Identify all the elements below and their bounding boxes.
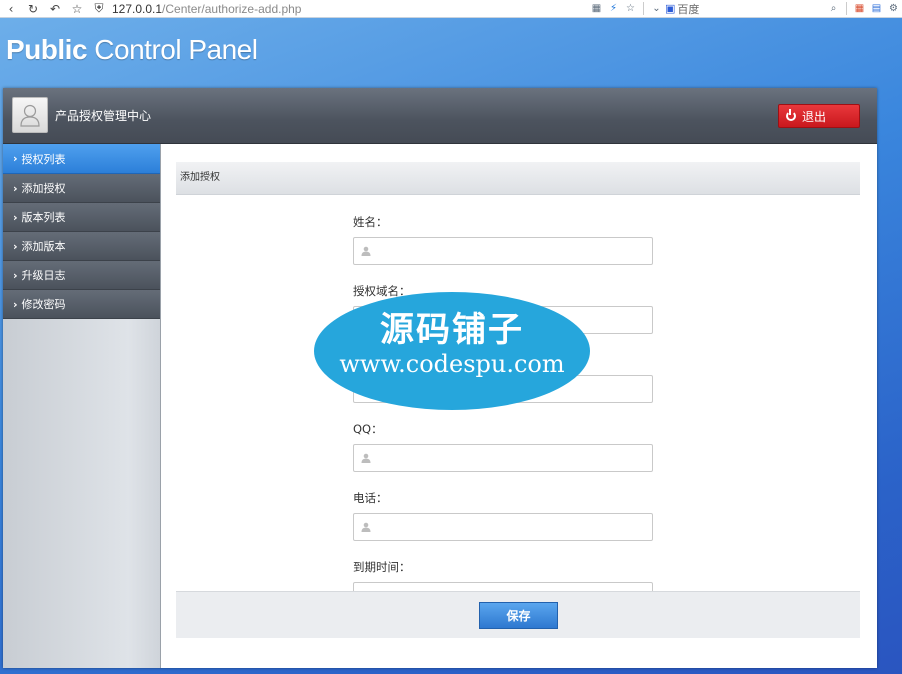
phone-field[interactable] <box>353 513 653 541</box>
sidebar-item-version-list[interactable]: › 版本列表 <box>3 203 160 232</box>
save-button[interactable]: 保存 <box>479 602 558 629</box>
sidebar-item-change-password[interactable]: › 修改密码 <box>3 290 160 319</box>
logout-button[interactable]: 退出 <box>778 104 860 128</box>
field-label-qq: QQ： <box>353 422 383 436</box>
field-label-name: 姓名： <box>353 215 388 229</box>
search-engine-selector[interactable]: ▣ 百度 <box>665 1 825 17</box>
chevron-right-icon: › <box>13 239 18 253</box>
content-heading: 添加授权 <box>176 162 860 195</box>
sidebar-item-label: 修改密码 <box>21 298 66 311</box>
sidebar-item-label: 添加版本 <box>21 240 66 253</box>
refresh-icon[interactable]: ↻ <box>22 0 44 17</box>
chevron-right-icon: › <box>13 152 18 165</box>
url-host: 127.0.0.1 <box>112 1 163 16</box>
search-icon[interactable]: ⌕ <box>825 0 842 17</box>
name-field[interactable] <box>353 237 653 265</box>
browser-toolbar: ‹ ↻ ↶ ☆ ⛨ 127.0.0.1/Center/authorize-add… <box>0 0 902 18</box>
watermark-logo: 源码铺子 www.codespu.com <box>314 292 590 410</box>
security-shield-icon: ⛨ <box>94 1 104 15</box>
sidebar-item-label: 添加授权 <box>21 182 66 195</box>
chevron-right-icon: › <box>13 268 18 282</box>
field-label-domain: 授权域名： <box>353 284 411 298</box>
apps-grid-icon[interactable]: ▦ <box>851 0 868 17</box>
brand-bold: Public <box>6 34 88 65</box>
address-bar[interactable]: 127.0.0.1/Center/authorize-add.php <box>112 2 301 16</box>
brand-light: Control Panel <box>87 34 258 65</box>
center-title: 产品授权管理中心 <box>55 109 152 123</box>
search-engine-label: 百度 <box>677 2 700 16</box>
dropdown-chevron-icon[interactable]: ⌄ <box>648 0 665 17</box>
sidebar-item-label: 升级日志 <box>21 269 66 282</box>
sidebar-item-add-authorize[interactable]: › 添加授权 <box>3 174 160 203</box>
user-icon <box>361 522 371 532</box>
reader-icon[interactable]: ▦ <box>588 0 605 17</box>
qq-field[interactable] <box>353 444 653 472</box>
form-footer: 保存 <box>176 591 860 638</box>
undo-icon[interactable]: ↶ <box>44 0 66 17</box>
power-icon <box>786 109 796 121</box>
user-silhouette-icon <box>20 104 40 127</box>
bookmark-star-icon[interactable]: ☆ <box>622 0 639 17</box>
extension-icon[interactable]: ▤ <box>868 0 885 17</box>
avatar <box>12 97 48 133</box>
panel-header: 产品授权管理中心 退出 <box>3 88 877 144</box>
chevron-right-icon: › <box>13 210 18 224</box>
phone-input[interactable] <box>378 518 647 538</box>
baidu-icon: ▣ <box>665 2 676 15</box>
user-icon <box>361 246 371 256</box>
chevron-right-icon: › <box>13 297 18 311</box>
chevron-right-icon: › <box>13 181 18 195</box>
qq-input[interactable] <box>378 449 647 469</box>
back-icon[interactable]: ‹ <box>0 0 22 17</box>
lightning-icon[interactable]: ⚡ <box>605 0 622 17</box>
user-icon <box>361 453 371 463</box>
sidebar: › 授权列表 › 添加授权 › 版本列表 › 添加版本 › 升级日志 › 修改密码 <box>3 144 161 668</box>
settings-gear-icon[interactable]: ⚙ <box>885 0 902 17</box>
brand-title: Public Control Panel <box>6 34 258 66</box>
logout-label: 退出 <box>802 109 827 124</box>
field-label-phone: 电话： <box>353 491 388 505</box>
sidebar-item-label: 版本列表 <box>21 211 66 224</box>
sidebar-item-label: 授权列表 <box>21 152 66 166</box>
watermark-line2: www.codespu.com <box>339 350 565 378</box>
watermark-line1: 源码铺子 <box>380 310 524 350</box>
field-label-expire: 到期时间： <box>353 560 411 574</box>
sidebar-item-upgrade-log[interactable]: › 升级日志 <box>3 261 160 290</box>
sidebar-item-add-version[interactable]: › 添加版本 <box>3 232 160 261</box>
sidebar-item-authorize-list[interactable]: › 授权列表 <box>3 144 160 174</box>
name-input[interactable] <box>378 242 647 262</box>
favorite-star-icon[interactable]: ☆ <box>66 0 88 17</box>
url-path: /Center/authorize-add.php <box>162 1 302 16</box>
